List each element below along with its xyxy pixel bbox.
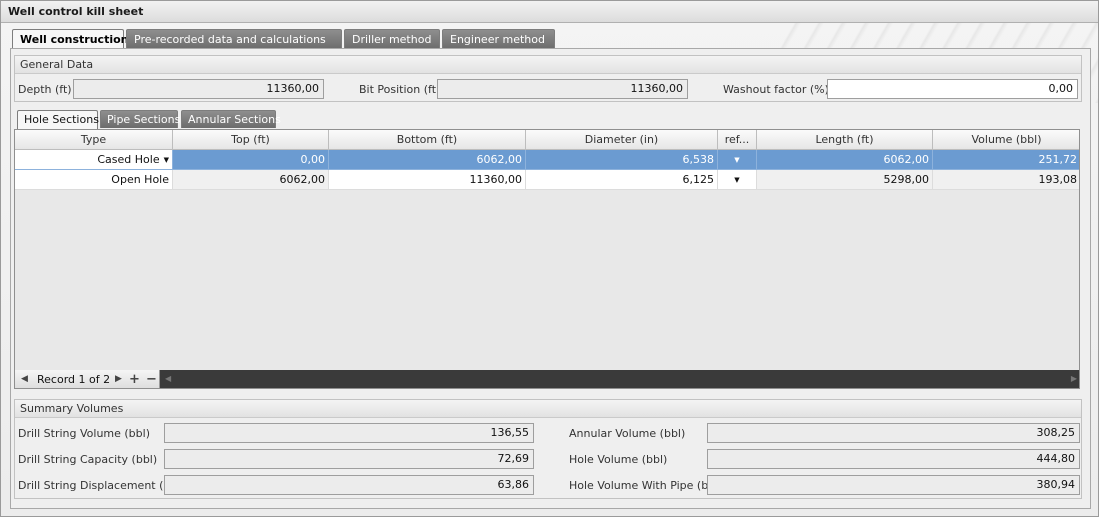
grid-navigator: ◀ Record 1 of 2 ▶ + − ◀ ▶ — [15, 370, 1079, 388]
washout-factor-label: Washout factor (%) — [723, 83, 829, 96]
tab-pre-recorded-data[interactable]: Pre-recorded data and calculations — [126, 29, 342, 49]
delete-record-icon[interactable]: − — [146, 370, 157, 388]
col-header-type[interactable]: Type — [15, 130, 173, 150]
col-header-top[interactable]: Top (ft) — [173, 130, 329, 150]
chevron-down-icon[interactable]: ▼ — [734, 170, 739, 189]
scroll-right-icon[interactable]: ▶ — [1071, 374, 1077, 383]
hole-sections-grid: Type Top (ft) Bottom (ft) Diameter (in) … — [14, 129, 1080, 389]
type-value: Cased Hole — [97, 153, 160, 166]
ref-cell[interactable]: ▼ — [718, 150, 757, 170]
type-cell[interactable]: Open Hole — [15, 170, 173, 190]
next-record-icon[interactable]: ▶ — [115, 370, 122, 388]
diameter-cell[interactable]: 6,538 — [526, 150, 718, 170]
kill-sheet-window: Well control kill sheet Well constructio… — [0, 0, 1099, 517]
col-header-diameter[interactable]: Diameter (in) — [526, 130, 718, 150]
general-data-header: General Data — [15, 56, 1081, 74]
table-row[interactable]: Open Hole 6062,00 11360,00 6,125 ▼ 5298,… — [15, 170, 1079, 190]
subtab-hole-sections[interactable]: Hole Sections — [17, 110, 99, 129]
summary-volumes-header: Summary Volumes — [15, 400, 1081, 418]
chevron-down-icon[interactable]: ▼ — [734, 150, 739, 169]
table-row[interactable]: Cased Hole ▼ 0,00 6062,00 6,538 ▼ 6062,00… — [15, 150, 1079, 170]
col-header-volume[interactable]: Volume (bbl) — [933, 130, 1079, 150]
ref-cell[interactable]: ▼ — [718, 170, 757, 190]
length-cell[interactable]: 5298,00 — [757, 170, 933, 190]
length-cell[interactable]: 6062,00 — [757, 150, 933, 170]
hole-volume-field[interactable]: 444,80 — [707, 449, 1080, 469]
top-cell[interactable]: 6062,00 — [173, 170, 329, 190]
col-header-bottom[interactable]: Bottom (ft) — [329, 130, 526, 150]
subtab-pipe-sections[interactable]: Pipe Sections — [100, 110, 180, 128]
volume-cell[interactable]: 193,08 — [933, 170, 1079, 190]
col-header-ref[interactable]: ref... — [718, 130, 757, 150]
prev-record-icon[interactable]: ◀ — [21, 370, 28, 388]
bottom-cell[interactable]: 11360,00 — [329, 170, 526, 190]
hole-volume-with-pipe-field[interactable]: 380,94 — [707, 475, 1080, 495]
subtab-annular-sections[interactable]: Annular Sections — [181, 110, 281, 128]
record-navigator: ◀ Record 1 of 2 ▶ + − — [15, 370, 160, 388]
tab-well-construction[interactable]: Well construction — [12, 29, 128, 50]
bit-position-field[interactable]: 11360,00 — [437, 79, 688, 99]
depth-label: Depth (ft) — [18, 83, 72, 96]
volume-cell[interactable]: 251,72 — [933, 150, 1079, 170]
tab-driller-method[interactable]: Driller method — [344, 29, 440, 49]
bottom-cell[interactable]: 6062,00 — [329, 150, 526, 170]
window-title: Well control kill sheet — [1, 1, 1098, 23]
grid-header: Type Top (ft) Bottom (ft) Diameter (in) … — [15, 130, 1079, 150]
washout-factor-field[interactable]: 0,00 — [827, 79, 1078, 99]
drill-string-displacement-field[interactable]: 63,86 — [164, 475, 534, 495]
type-cell[interactable]: Cased Hole ▼ — [15, 150, 173, 170]
drill-string-volume-label: Drill String Volume (bbl) — [18, 427, 150, 440]
drill-string-capacity-label: Drill String Capacity (bbl) — [18, 453, 158, 466]
tab-engineer-method[interactable]: Engineer method — [442, 29, 555, 49]
hole-volume-with-pipe-label: Hole Volume With Pipe (bbl) — [569, 479, 723, 492]
chevron-down-icon[interactable]: ▼ — [164, 150, 169, 169]
col-header-length[interactable]: Length (ft) — [757, 130, 933, 150]
record-counter: Record 1 of 2 — [37, 373, 111, 386]
diameter-cell[interactable]: 6,125 — [526, 170, 718, 190]
hole-volume-label: Hole Volume (bbl) — [569, 453, 668, 466]
annular-volume-field[interactable]: 308,25 — [707, 423, 1080, 443]
drill-string-volume-field[interactable]: 136,55 — [164, 423, 534, 443]
drill-string-displacement-label: Drill String Displacement (bbl) — [18, 479, 185, 492]
drill-string-capacity-field[interactable]: 72,69 — [164, 449, 534, 469]
add-record-icon[interactable]: + — [129, 370, 140, 388]
annular-volume-label: Annular Volume (bbl) — [569, 427, 686, 440]
top-cell[interactable]: 0,00 — [173, 150, 329, 170]
bit-position-label: Bit Position (ft) — [359, 83, 441, 96]
scroll-left-icon[interactable]: ◀ — [165, 374, 171, 383]
depth-field[interactable]: 11360,00 — [73, 79, 324, 99]
